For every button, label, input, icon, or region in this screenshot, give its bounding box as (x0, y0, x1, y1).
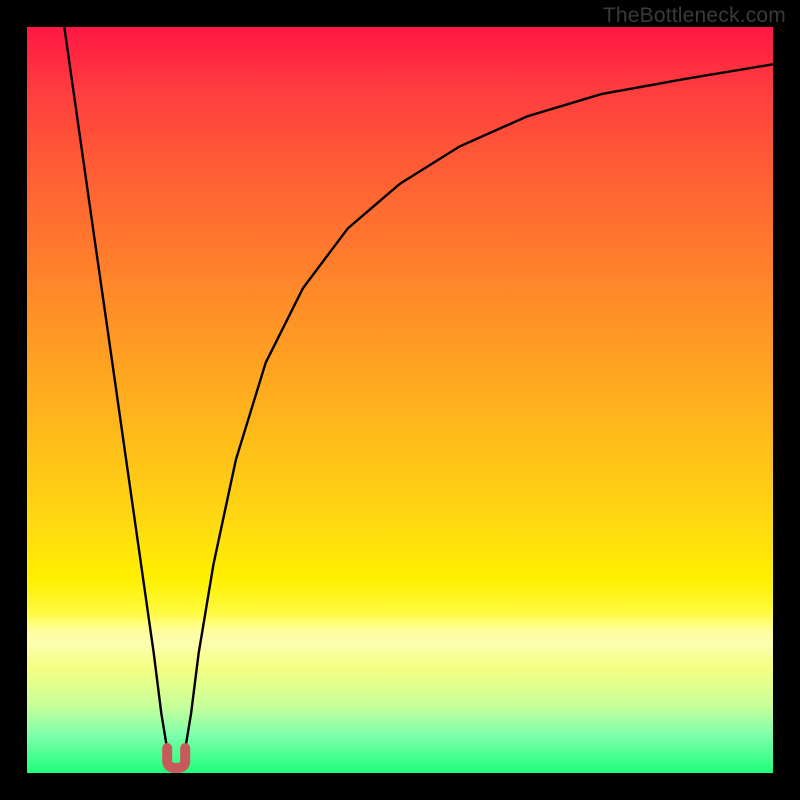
chart-stage: TheBottleneck.com (0, 0, 800, 800)
sweet-spot-marker (167, 748, 185, 768)
bottleneck-curve (64, 27, 773, 773)
watermark-text: TheBottleneck.com (603, 4, 786, 28)
chart-svg (27, 27, 773, 773)
plot-area (27, 27, 773, 773)
